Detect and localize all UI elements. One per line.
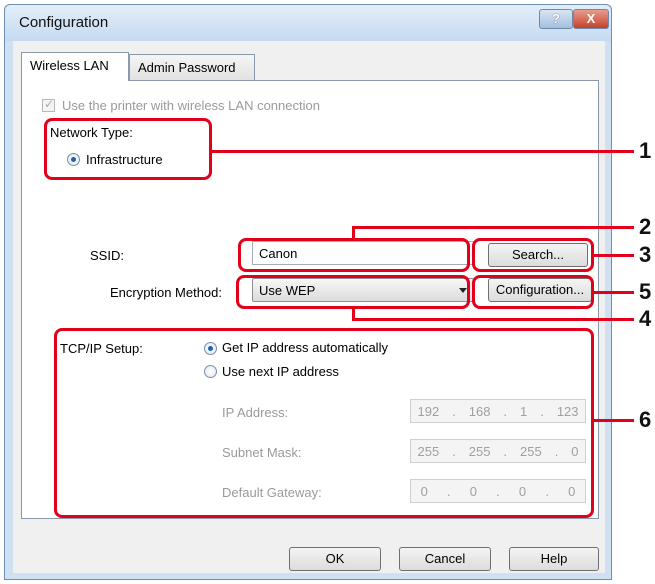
encryption-method-label: Encryption Method: xyxy=(110,285,223,300)
ip-octet: 168 xyxy=(468,403,491,419)
question-icon: ? xyxy=(552,11,560,26)
callout-leader-1 xyxy=(212,150,634,153)
subnet-octet: 0 xyxy=(571,443,579,459)
ip-dot: . xyxy=(446,483,451,499)
close-icon: X xyxy=(586,11,596,26)
ip-dot: . xyxy=(452,403,456,419)
gateway-octet: 0 xyxy=(568,483,576,499)
manual-ip-label: Use next IP address xyxy=(222,364,339,379)
title-bar[interactable]: Configuration ? X xyxy=(5,5,611,41)
ok-button[interactable]: OK xyxy=(289,547,381,571)
gateway-octet: 0 xyxy=(518,483,527,499)
ip-dot: . xyxy=(554,443,559,459)
search-button[interactable]: Search... xyxy=(488,243,588,267)
tab-admin-password[interactable]: Admin Password xyxy=(129,54,255,80)
subnet-octet: 255 xyxy=(417,443,440,459)
infrastructure-radio[interactable] xyxy=(67,153,80,166)
encryption-method-select[interactable]: Use WEP xyxy=(252,278,474,302)
ip-octet: 1 xyxy=(520,403,528,419)
callout-number-2: 2 xyxy=(639,214,652,239)
encryption-method-value: Use WEP xyxy=(259,283,316,298)
callout-number-1: 1 xyxy=(639,138,652,163)
ip-dot: . xyxy=(503,403,508,419)
callout-number-4: 4 xyxy=(639,306,652,331)
window-title: Configuration xyxy=(19,14,109,31)
help-button[interactable]: Help xyxy=(509,547,599,571)
ip-dot: . xyxy=(503,443,508,459)
callout-number-6: 6 xyxy=(639,407,652,432)
infrastructure-label: Infrastructure xyxy=(86,152,163,167)
subnet-mask-label: Subnet Mask: xyxy=(222,445,302,460)
callout-number-3: 3 xyxy=(639,242,652,267)
ip-dot: . xyxy=(545,483,549,499)
auto-ip-radio[interactable] xyxy=(204,342,217,355)
ssid-label: SSID: xyxy=(90,248,124,263)
callout-leader-6 xyxy=(594,419,634,422)
callout-leader-4 xyxy=(352,318,634,321)
cancel-button[interactable]: Cancel xyxy=(399,547,491,571)
ip-address-input[interactable]: 192. 168. 1. 123 xyxy=(410,399,586,423)
ssid-input[interactable]: Canon xyxy=(252,241,474,265)
ip-octet: 192 xyxy=(417,403,440,419)
gateway-octet: 0 xyxy=(469,483,477,499)
gateway-octet: 0 xyxy=(420,483,428,499)
chevron-down-icon xyxy=(459,288,467,293)
default-gateway-label: Default Gateway: xyxy=(222,485,322,500)
network-type-label: Network Type: xyxy=(50,125,133,140)
auto-ip-label: Get IP address automatically xyxy=(222,340,388,355)
configuration-button[interactable]: Configuration... xyxy=(488,278,592,302)
close-button[interactable]: X xyxy=(573,9,609,29)
subnet-octet: 255 xyxy=(468,443,491,459)
callout-leader-5 xyxy=(594,291,634,294)
ip-dot: . xyxy=(540,403,544,419)
help-title-button[interactable]: ? xyxy=(539,9,573,29)
callout-leader-2 xyxy=(352,226,634,229)
ip-address-label: IP Address: xyxy=(222,405,289,420)
ip-dot: . xyxy=(452,443,456,459)
callout-number-5: 5 xyxy=(639,279,652,304)
default-gateway-input[interactable]: 0. 0. 0. 0 xyxy=(410,479,586,503)
configuration-window: Configuration ? X Wireless LAN Admin Pas… xyxy=(4,4,612,580)
subnet-octet: 255 xyxy=(520,443,542,459)
manual-ip-radio[interactable] xyxy=(204,365,217,378)
subnet-mask-input[interactable]: 255. 255. 255. 0 xyxy=(410,439,586,463)
ip-octet: 123 xyxy=(556,403,579,419)
use-wireless-checkbox[interactable] xyxy=(42,97,55,112)
callout-leader-3 xyxy=(594,254,634,257)
use-wireless-label: Use the printer with wireless LAN connec… xyxy=(62,98,320,113)
wireless-lan-panel: Use the printer with wireless LAN connec… xyxy=(21,80,599,519)
tab-wireless-lan[interactable]: Wireless LAN xyxy=(21,52,129,81)
tcpip-setup-label: TCP/IP Setup: xyxy=(60,341,143,356)
dialog-client: Wireless LAN Admin Password Use the prin… xyxy=(13,41,605,573)
ip-dot: . xyxy=(496,483,500,499)
